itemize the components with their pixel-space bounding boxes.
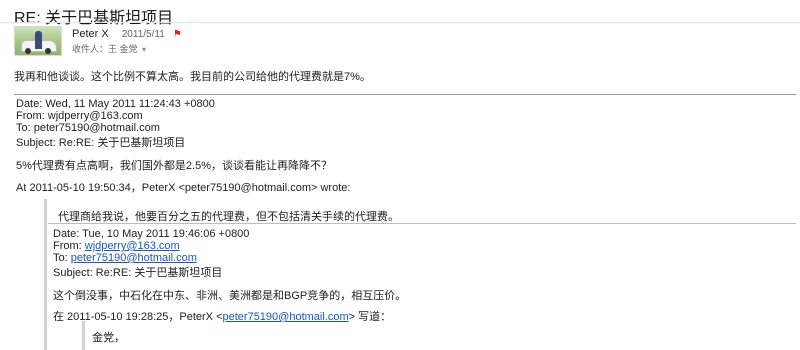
recipient-label: 收件人：王 金党 xyxy=(72,44,138,54)
quoted-date: Date: Wed, 11 May 2011 11:24:43 +0800 xyxy=(16,98,215,110)
quoted-subject: Subject: Re:RE: 关于巴基斯坦项目 xyxy=(16,137,186,149)
quoted2-body: 这个倒没事，中石化在中东、非洲、美洲都是和BGP竞争的，相互压价。 xyxy=(53,290,407,302)
quoted2-from: From: wjdperry@163.com xyxy=(53,240,180,252)
avatar-wheel-shape xyxy=(25,48,31,54)
quote-divider xyxy=(14,94,796,95)
sent-date: 2011/5/11 xyxy=(121,29,165,40)
from-email-link[interactable]: wjdperry@163.com xyxy=(85,240,180,252)
quoted-from: From: wjdperry@163.com xyxy=(16,110,143,122)
quoted-to: To: peter75190@hotmail.com xyxy=(16,122,160,134)
quoted2-subject: Subject: Re:RE: 关于巴基斯坦项目 xyxy=(53,267,223,279)
email-subject: RE: 关于巴基斯坦项目 xyxy=(14,10,174,27)
flag-icon[interactable]: ⚑ xyxy=(173,29,182,40)
quoted2-to: To: peter75190@hotmail.com xyxy=(53,252,197,264)
header-divider xyxy=(0,22,800,23)
reply-body: 我再和他谈谈。这个比例不算太高。我目前的公司给他的代理费就是7%。 xyxy=(14,71,371,83)
avatar-person-shape xyxy=(35,31,42,49)
to-label: To: xyxy=(53,252,71,264)
quoted2-greeting: 金党， xyxy=(92,332,125,344)
from-label: From: xyxy=(53,240,85,252)
avatar-wheel-shape xyxy=(45,48,51,54)
blockquote-level-2 xyxy=(82,321,785,350)
sender-line: Peter X 2011/5/11 ⚑ xyxy=(72,28,182,40)
sender-avatar[interactable] xyxy=(14,26,62,56)
quoted-body: 5%代理费有点高啊，我们国外都是2.5%，谈谈看能让再降降不？ xyxy=(16,160,332,172)
inner-quote-divider xyxy=(48,223,796,224)
quoted2-intro: 代理商给我说，他要百分之五的代理费，但不包括清关手续的代理费。 xyxy=(58,211,399,223)
chevron-down-icon[interactable]: ▾ xyxy=(142,45,146,54)
quoted-attribution: At 2011-05-10 19:50:34，PeterX <peter7519… xyxy=(16,182,351,194)
to-email-link[interactable]: peter75190@hotmail.com xyxy=(71,252,197,264)
quoted2-date: Date: Tue, 10 May 2011 19:46:06 +0800 xyxy=(53,228,250,240)
sender-name[interactable]: Peter X xyxy=(72,28,109,40)
recipient-line[interactable]: 收件人：王 金党 ▾ xyxy=(72,42,146,55)
